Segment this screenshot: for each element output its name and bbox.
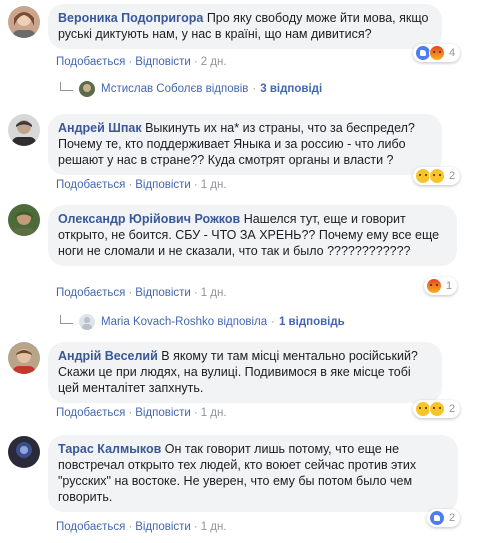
comment-author[interactable]: Андрей Шпак xyxy=(58,121,142,135)
reactions-summary[interactable]: 2 xyxy=(413,167,461,185)
reactions-summary[interactable]: 4 xyxy=(413,44,461,62)
reaction-count: 2 xyxy=(449,512,456,524)
reply-arrow-icon xyxy=(60,314,73,324)
reply-author[interactable]: Maria Kovach-Roshko xyxy=(101,316,214,328)
like-button[interactable]: Подобається xyxy=(56,179,125,191)
reply-author[interactable]: Мстислав Соболєв xyxy=(101,83,202,95)
comment-author[interactable]: Олександр Юрійович Рожков xyxy=(58,212,240,226)
reactions-summary[interactable]: 2 xyxy=(427,509,461,527)
avatar[interactable] xyxy=(8,204,40,236)
reply-button[interactable]: Відповісти xyxy=(135,407,191,419)
like-button[interactable]: Подобається xyxy=(56,287,125,299)
reaction-count: 2 xyxy=(449,170,456,182)
comment-bubble: Тарас Калмыков Он так говорит лишь потом… xyxy=(48,435,458,512)
avatar xyxy=(79,314,95,330)
replies-link[interactable]: Maria Kovach-Roshko відповіла · 1 відповід… xyxy=(60,314,345,330)
reply-button[interactable]: Відповісти xyxy=(135,287,191,299)
comment-time[interactable]: 1 дн. xyxy=(201,287,227,299)
like-button[interactable]: Подобається xyxy=(56,407,125,419)
comment-actions: Подобається · Відповісти · 2 дн. xyxy=(56,56,227,68)
like-icon xyxy=(429,510,445,526)
avatar[interactable] xyxy=(8,436,40,468)
reply-count[interactable]: 3 відповіді xyxy=(260,83,322,95)
sad-icon xyxy=(429,168,445,184)
comment-actions: Подобається · Відповісти · 1 дн. xyxy=(56,521,227,533)
avatar xyxy=(79,81,95,97)
reply-arrow-icon xyxy=(60,81,73,91)
angry-icon xyxy=(429,45,445,61)
comment-time[interactable]: 1 дн. xyxy=(201,179,227,191)
comment-author[interactable]: Вероника Подопригора xyxy=(58,11,203,25)
reactions-summary[interactable]: 1 xyxy=(424,277,458,295)
sad-icon xyxy=(429,401,445,417)
reply-count[interactable]: 1 відповідь xyxy=(279,316,345,328)
comment-actions: Подобається · Відповісти · 1 дн. xyxy=(56,179,227,191)
reply-button[interactable]: Відповісти xyxy=(135,56,191,68)
reply-button[interactable]: Відповісти xyxy=(135,521,191,533)
like-button[interactable]: Подобається xyxy=(56,56,125,68)
comment-time[interactable]: 1 дн. xyxy=(201,521,227,533)
reaction-count: 4 xyxy=(449,47,456,59)
reaction-count: 1 xyxy=(446,280,453,292)
comment-bubble: Олександр Юрійович Рожков Нашелся тут, е… xyxy=(48,205,457,266)
comment-actions: Подобається · Відповісти · 1 дн. xyxy=(56,407,227,419)
reactions-summary[interactable]: 2 xyxy=(413,400,461,418)
comment-bubble: Андрей Шпак Выкинуть их на* из страны, ч… xyxy=(48,114,442,175)
angry-icon xyxy=(426,278,442,294)
avatar[interactable] xyxy=(8,114,40,146)
like-button[interactable]: Подобається xyxy=(56,521,125,533)
replies-link[interactable]: Мстислав Соболєв відповів · 3 відповіді xyxy=(60,81,322,97)
reaction-count: 2 xyxy=(449,403,456,415)
comment-bubble: Вероника Подопригора Про яку свободу мож… xyxy=(48,4,442,49)
comment-bubble: Андрій Веселий В якому ти там місці мент… xyxy=(48,342,442,403)
comment-author[interactable]: Андрій Веселий xyxy=(58,349,158,363)
reply-button[interactable]: Відповісти xyxy=(135,179,191,191)
comment-time[interactable]: 2 дн. xyxy=(201,56,227,68)
comment-time[interactable]: 1 дн. xyxy=(201,407,227,419)
comment-actions: Подобається · Відповісти · 1 дн. xyxy=(56,287,227,299)
comment-author[interactable]: Тарас Калмыков xyxy=(58,442,161,456)
avatar[interactable] xyxy=(8,342,40,374)
avatar[interactable] xyxy=(8,6,40,38)
